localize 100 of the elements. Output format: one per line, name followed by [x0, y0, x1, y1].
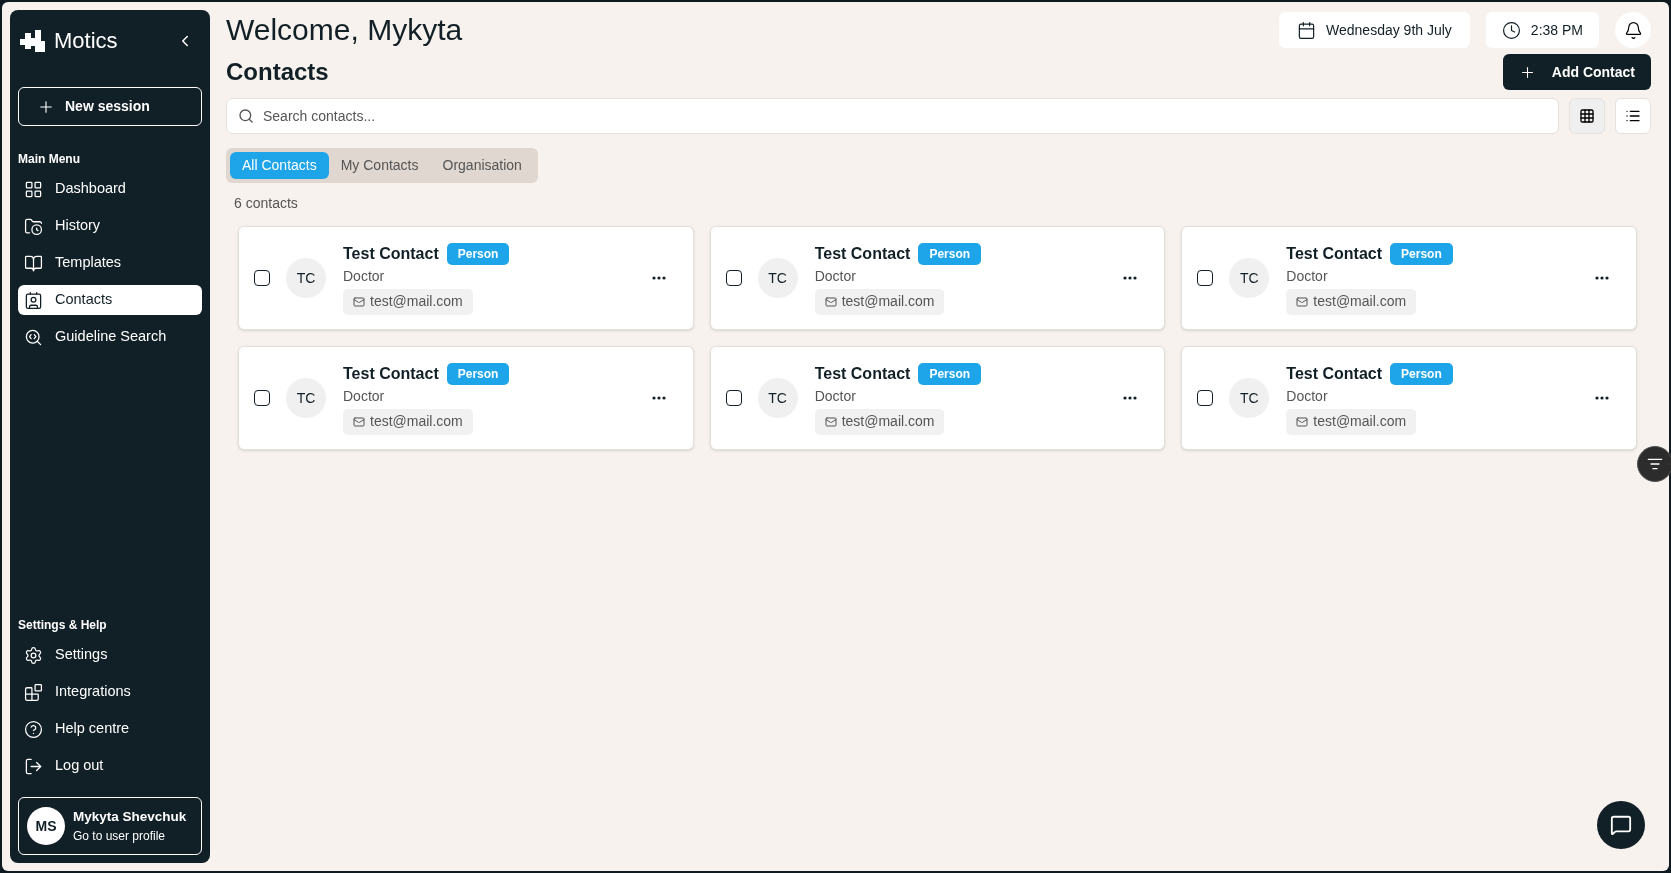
sidebar-item[interactable]: Integrations [18, 677, 202, 707]
chat-button[interactable] [1597, 801, 1645, 849]
contact-card[interactable]: TC Test Contact Person Doctor test@mail.com [238, 226, 694, 330]
contact-card[interactable]: TC Test Contact Person Doctor test@mail.com [1181, 346, 1637, 450]
checkbox[interactable] [254, 270, 270, 286]
user-avatar: MS [27, 807, 65, 845]
checkbox[interactable] [1197, 390, 1214, 406]
user-subtitle: Go to user profile [73, 828, 167, 846]
date-chip: Wednesday 9th July [1279, 12, 1470, 48]
folder-clock-icon [24, 216, 43, 236]
contact-card[interactable]: TC Test Contact Person Doctor test@mail.com [709, 346, 1166, 450]
grid-icon [1579, 108, 1595, 124]
sidebar-item[interactable]: Help centre [18, 714, 202, 744]
contact-card[interactable]: TC Test Contact Person Doctor test@mail.com [709, 226, 1166, 330]
checkbox[interactable] [725, 270, 742, 286]
more-button[interactable] [1595, 276, 1609, 280]
contact-book-icon [24, 290, 43, 310]
calendar-icon [1297, 20, 1317, 40]
new-session-button[interactable]: New session [18, 87, 202, 126]
contact-name: Test Contact [1286, 243, 1383, 264]
settings-icon [24, 645, 43, 665]
clock-icon [1501, 20, 1521, 40]
contact-avatar: TC [286, 258, 326, 298]
more-icon [651, 276, 666, 280]
sidebar-item[interactable]: Dashboard [18, 174, 202, 204]
sidebar-item[interactable]: Settings [18, 640, 202, 670]
bell-icon [1623, 20, 1643, 40]
contact-role: Doctor [814, 266, 856, 286]
more-icon [1123, 276, 1138, 280]
mail-icon [353, 295, 365, 308]
grid-view-button[interactable] [1569, 98, 1605, 134]
more-button[interactable] [651, 396, 666, 400]
filter-tab[interactable]: My Contacts [328, 152, 431, 179]
contact-name: Test Contact [343, 243, 439, 264]
user-profile-button[interactable]: MS Mykyta Shevchuk Go to user profile [18, 797, 202, 855]
email-chip: test@mail.com [343, 288, 473, 315]
contact-role: Doctor [343, 266, 385, 286]
brand-name: Motics [54, 27, 118, 55]
type-tag: Person [918, 362, 982, 385]
blocks-icon [24, 682, 43, 702]
contact-avatar: TC [757, 258, 798, 298]
email-chip: test@mail.com [1286, 408, 1417, 435]
dashboard-icon [24, 179, 43, 199]
mail-icon [1296, 295, 1309, 308]
more-button[interactable] [1123, 396, 1138, 400]
more-button[interactable] [1595, 396, 1609, 400]
section-title: Settings & Help [18, 617, 108, 634]
more-icon [1595, 276, 1609, 280]
page-title: Contacts [226, 57, 329, 87]
sidebar-item[interactable]: Templates [18, 248, 202, 278]
welcome-title: Welcome, Mykyta [226, 12, 463, 48]
help-icon [24, 719, 43, 739]
sidebar-item[interactable]: Guideline Search [18, 322, 202, 352]
search-field[interactable]: Search contacts... [226, 98, 1559, 134]
email-chip: test@mail.com [343, 408, 473, 435]
contact-role: Doctor [343, 386, 385, 406]
contact-role: Doctor [814, 386, 856, 406]
contacts-count: 6 contacts [234, 194, 299, 213]
contact-card[interactable]: TC Test Contact Person Doctor test@mail.com [238, 346, 694, 450]
book-icon [24, 253, 43, 273]
type-tag: Person [918, 242, 982, 265]
mail-icon [824, 295, 837, 308]
more-button[interactable] [1123, 276, 1138, 280]
filter-tab[interactable]: Organisation [430, 152, 534, 179]
chat-icon [1610, 814, 1632, 836]
more-icon [651, 396, 666, 400]
more-button[interactable] [651, 276, 666, 280]
checkbox[interactable] [254, 390, 270, 406]
sidebar-item[interactable]: Contacts [18, 285, 202, 315]
contact-avatar: TC [286, 378, 326, 418]
contact-avatar: TC [1229, 378, 1270, 418]
notifications-button[interactable] [1615, 12, 1651, 48]
sidebar-item[interactable]: History [18, 211, 202, 241]
contact-name: Test Contact [1286, 363, 1383, 384]
mail-icon [353, 415, 365, 428]
mail-icon [824, 415, 837, 428]
type-tag: Person [1390, 242, 1453, 265]
email-chip: test@mail.com [814, 408, 945, 435]
contact-name: Test Contact [343, 363, 439, 384]
contact-avatar: TC [757, 378, 798, 418]
mail-icon [1296, 415, 1309, 428]
section-title: Main Menu [18, 151, 81, 168]
list-view-button[interactable] [1615, 98, 1651, 134]
contact-name: Test Contact [814, 363, 911, 384]
checkbox[interactable] [725, 390, 742, 406]
add-contact-button[interactable]: Add Contact [1502, 54, 1651, 90]
floating-filter-button[interactable] [1637, 446, 1671, 482]
time-chip: 2:38 PM [1485, 12, 1599, 48]
logo-icon [20, 28, 46, 53]
type-tag: Person [1390, 362, 1453, 385]
magnifier-icon [24, 327, 43, 347]
contact-avatar: TC [1229, 258, 1270, 298]
contact-card[interactable]: TC Test Contact Person Doctor test@mail.com [1181, 226, 1637, 330]
email-chip: test@mail.com [1286, 288, 1417, 315]
type-tag: Person [446, 362, 510, 385]
search-icon [238, 108, 254, 124]
more-icon [1123, 396, 1138, 400]
checkbox[interactable] [1197, 270, 1214, 286]
email-chip: test@mail.com [814, 288, 945, 315]
sidebar-item[interactable]: Log out [18, 751, 202, 781]
